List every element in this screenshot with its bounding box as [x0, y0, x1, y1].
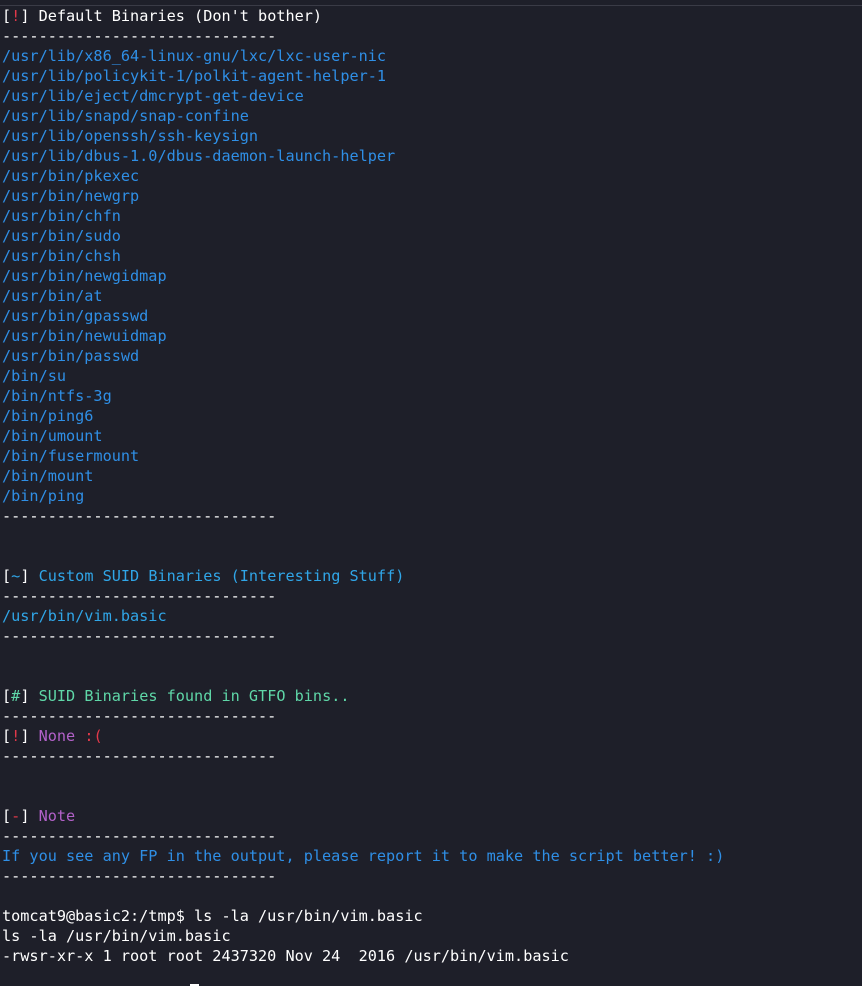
binary-path: /usr/bin/newuidmap — [2, 327, 167, 345]
shell-echo-line: ls -la /usr/bin/vim.basic — [2, 927, 231, 945]
tilde-marker: ~ — [11, 567, 21, 585]
binary-path: /bin/umount — [2, 427, 103, 445]
binary-path: /usr/lib/policykit-1/polkit-agent-helper… — [2, 67, 387, 85]
binary-path: /bin/mount — [2, 467, 94, 485]
binary-path: /bin/ntfs-3g — [2, 387, 112, 405]
custom-suid-header: [~] Custom SUID Binaries (Interesting St… — [2, 566, 862, 586]
shell-output: -rwsr-xr-x 1 root root 2437320 Nov 24 20… — [2, 947, 569, 965]
binary-path: /usr/bin/sudo — [2, 227, 121, 245]
separator: ------------------------------ — [2, 747, 277, 765]
binary-path: /usr/bin/vim.basic — [2, 607, 167, 625]
binary-path: /bin/su — [2, 367, 67, 385]
gtfo-result: [!] None :( — [2, 726, 862, 746]
bracket-open: [ — [2, 567, 12, 585]
binary-path: /usr/bin/newgidmap — [2, 267, 167, 285]
separator: ------------------------------ — [2, 27, 277, 45]
terminal-output[interactable]: [!] Default Binaries (Don't bother) ----… — [2, 6, 862, 986]
binary-path: /usr/bin/pkexec — [2, 167, 140, 185]
shell-prompt: tomcat9@basic2:/tmp$ — [2, 907, 195, 925]
separator: ------------------------------ — [2, 507, 277, 525]
binary-path: /usr/bin/passwd — [2, 347, 140, 365]
hash-marker: # — [11, 687, 21, 705]
default-binaries-list: /usr/lib/x86_64-linux-gnu/lxc/lxc-user-n… — [2, 46, 862, 506]
note-header: [-] Note — [2, 806, 862, 826]
binary-path: /bin/ping6 — [2, 407, 94, 425]
warning-marker: ! — [11, 727, 21, 745]
binary-path: /bin/fusermount — [2, 447, 140, 465]
default-binaries-header: [!] Default Binaries (Don't bother) — [2, 6, 862, 26]
separator: ------------------------------ — [2, 587, 277, 605]
bracket-open: [ — [2, 727, 12, 745]
bracket-open: [ — [2, 807, 12, 825]
separator: ------------------------------ — [2, 707, 277, 725]
custom-suid-title: Custom SUID Binaries (Interesting Stuff) — [29, 567, 405, 585]
binary-path: /usr/lib/openssh/ssh-keysign — [2, 127, 259, 145]
binary-path: /usr/bin/newgrp — [2, 187, 140, 205]
shell-command: ls -la /usr/bin/vim.basic — [194, 907, 423, 925]
binary-path: /usr/bin/gpasswd — [2, 307, 149, 325]
gtfo-none-text: None — [29, 727, 85, 745]
custom-binaries-list: /usr/bin/vim.basic — [2, 606, 862, 626]
bracket-open: [ — [2, 7, 12, 25]
default-binaries-title: Default Binaries (Don't bother) — [29, 7, 323, 25]
shell-command-line: tomcat9@basic2:/tmp$ ls -la /usr/bin/vim… — [2, 906, 862, 926]
binary-path: /usr/lib/dbus-1.0/dbus-daemon-launch-hel… — [2, 147, 396, 165]
note-message: If you see any FP in the output, please … — [2, 847, 725, 865]
shell-output-line: -rwsr-xr-x 1 root root 2437320 Nov 24 20… — [2, 946, 862, 966]
binary-path: /usr/lib/x86_64-linux-gnu/lxc/lxc-user-n… — [2, 47, 387, 65]
cursor-line[interactable] — [2, 966, 862, 986]
binary-path: /usr/bin/chsh — [2, 247, 121, 265]
binary-path: /usr/lib/eject/dmcrypt-get-device — [2, 87, 304, 105]
warning-marker: ! — [11, 7, 21, 25]
gtfo-header: [#] SUID Binaries found in GTFO bins.. — [2, 686, 862, 706]
separator: ------------------------------ — [2, 627, 277, 645]
sad-face: :( — [84, 727, 103, 745]
gtfo-title: SUID Binaries found in GTFO bins.. — [29, 687, 350, 705]
binary-path: /usr/bin/at — [2, 287, 103, 305]
binary-path: /bin/ping — [2, 487, 85, 505]
separator: ------------------------------ — [2, 827, 277, 845]
binary-path: /usr/lib/snapd/snap-confine — [2, 107, 249, 125]
separator: ------------------------------ — [2, 867, 277, 885]
note-title: Note — [29, 807, 76, 825]
dash-marker: - — [11, 807, 21, 825]
bracket-open: [ — [2, 687, 12, 705]
binary-path: /usr/bin/chfn — [2, 207, 121, 225]
